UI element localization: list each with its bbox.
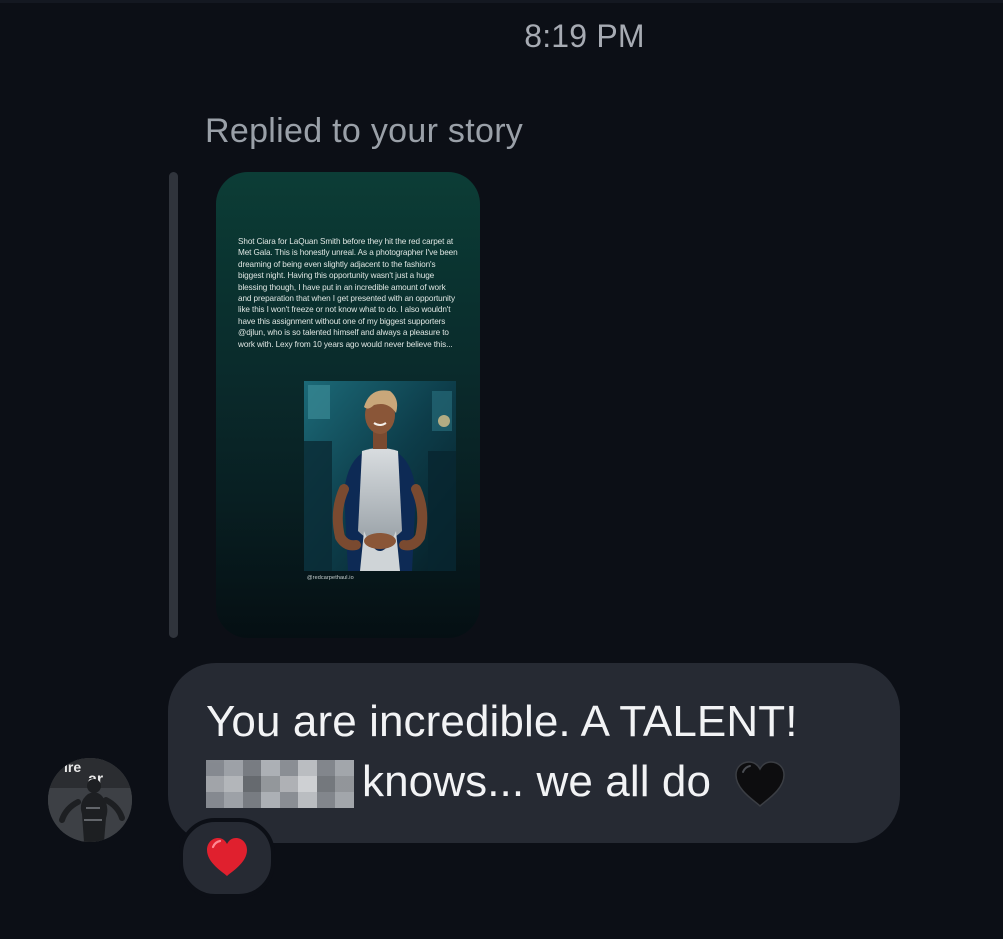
top-divider [0, 0, 1003, 3]
reply-quote-bar [169, 172, 178, 638]
message-line-2: knows... we all do [362, 757, 712, 806]
message-bubble[interactable]: You are incredible. A TALENT! knows... w… [168, 663, 900, 843]
story-preview[interactable]: Shot Ciara for LaQuan Smith before they … [216, 172, 480, 638]
black-heart-icon [733, 760, 787, 808]
story-photo [304, 381, 456, 571]
red-heart-icon [207, 838, 247, 876]
message-line-1: You are incredible. A TALENT! [206, 697, 798, 746]
redacted-name [206, 760, 354, 808]
message-timestamp: 8:19 PM [524, 18, 645, 54]
svg-text:ire: ire [64, 759, 81, 775]
message-reaction[interactable] [179, 818, 275, 898]
photo-credit: @redcarpethaul.io [307, 575, 354, 581]
replied-to-story-label: Replied to your story [205, 112, 524, 150]
sender-avatar[interactable]: ire ar [48, 758, 132, 842]
message-line-2-row: knows... we all do [206, 757, 787, 808]
story-caption: Shot Ciara for LaQuan Smith before they … [238, 237, 458, 349]
